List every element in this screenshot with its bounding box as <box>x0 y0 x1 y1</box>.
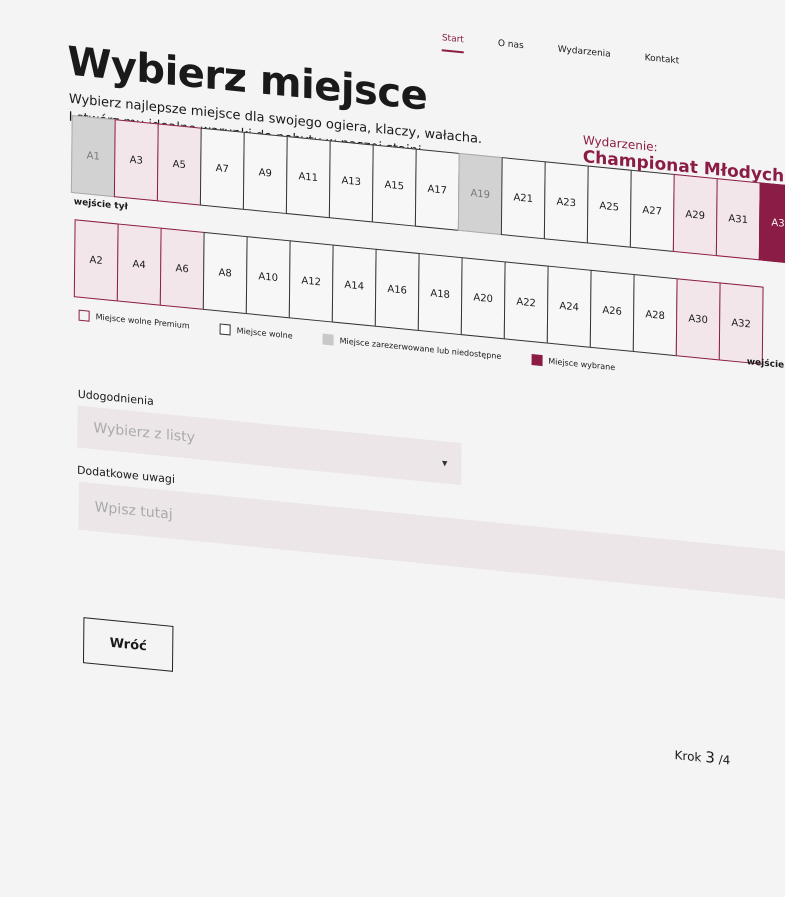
stall-a17[interactable]: A17 <box>414 148 460 231</box>
stall-a15[interactable]: A15 <box>371 144 417 227</box>
page-stage: Start O nas Wydarzenia Kontakt Wybierz m… <box>53 0 785 897</box>
legend-reserved: Miejsce zarezerwowane lub niedostępne <box>322 333 502 362</box>
amenities-placeholder: Wybierz z listy <box>93 420 196 447</box>
notes-input[interactable]: Wpisz tutaj <box>78 481 785 608</box>
stall-a3[interactable]: A3 <box>113 119 159 202</box>
stall-a27[interactable]: A27 <box>629 169 675 252</box>
stall-a11[interactable]: A11 <box>285 136 331 219</box>
step-indicator: Krok 3 /4 <box>674 745 731 768</box>
stall-a16[interactable]: A16 <box>374 248 420 331</box>
stall-a19: A19 <box>457 152 503 236</box>
amenities-label: Udogodnienia <box>77 387 154 409</box>
stall-a14[interactable]: A14 <box>331 244 377 327</box>
stall-a29[interactable]: A29 <box>672 173 718 257</box>
legend-free-label: Miejsce wolne <box>236 326 293 341</box>
stall-a6[interactable]: A6 <box>159 227 205 310</box>
selected-swatch-icon <box>531 353 543 367</box>
free-swatch-icon <box>219 323 231 336</box>
step-label: Krok <box>674 748 702 765</box>
stall-a18[interactable]: A18 <box>417 252 463 336</box>
stall-a10[interactable]: A10 <box>245 236 291 319</box>
stall-a13[interactable]: A13 <box>328 140 374 223</box>
stall-a22[interactable]: A22 <box>503 261 549 344</box>
nav-kontakt[interactable]: Kontakt <box>645 53 680 74</box>
stall-a28[interactable]: A28 <box>632 274 678 357</box>
stall-a12[interactable]: A12 <box>288 240 334 323</box>
legend-premium: Miejsce wolne Premium <box>78 309 190 332</box>
stall-a24[interactable]: A24 <box>546 265 592 348</box>
stall-a7[interactable]: A7 <box>199 127 245 210</box>
premium-swatch-icon <box>78 309 90 322</box>
stall-a25[interactable]: A25 <box>586 165 632 248</box>
step-current: 3 <box>705 748 715 767</box>
entry-back-label: wejście tył <box>73 197 128 213</box>
reserved-swatch-icon <box>322 333 334 346</box>
stall-a33[interactable]: A33 <box>758 182 785 265</box>
back-button[interactable]: Wróć <box>82 617 174 672</box>
stall-a31[interactable]: A31 <box>715 178 761 261</box>
stall-a8[interactable]: A8 <box>202 231 248 315</box>
caret-down-icon: ▼ <box>441 459 448 468</box>
legend-free: Miejsce wolne <box>219 323 293 341</box>
legend-selected: Miejsce wybrane <box>531 353 616 373</box>
nav-wydarzenia[interactable]: Wydarzenia <box>558 45 611 68</box>
stall-a4[interactable]: A4 <box>116 223 162 306</box>
nav-start[interactable]: Start <box>441 33 464 54</box>
stall-a5[interactable]: A5 <box>156 123 202 206</box>
step-total: /4 <box>718 752 731 768</box>
stall-a21[interactable]: A21 <box>500 157 546 240</box>
legend-premium-label: Miejsce wolne Premium <box>95 312 190 331</box>
stall-a26[interactable]: A26 <box>589 269 635 353</box>
stall-a23[interactable]: A23 <box>543 161 589 244</box>
stall-a2[interactable]: A2 <box>73 219 119 302</box>
top-nav: Start O nas Wydarzenia Kontakt <box>441 33 680 74</box>
stall-a9[interactable]: A9 <box>242 131 288 215</box>
stall-a20[interactable]: A20 <box>460 257 506 340</box>
notes-placeholder: Wpisz tutaj <box>94 499 173 523</box>
legend-reserved-label: Miejsce zarezerwowane lub niedostępne <box>339 336 502 362</box>
legend-selected-label: Miejsce wybrane <box>548 356 616 373</box>
entry-front-label: wejście <box>746 357 785 371</box>
stall-a30[interactable]: A30 <box>675 278 721 361</box>
stall-a32[interactable]: A32 <box>718 282 764 365</box>
stall-a1: A1 <box>70 114 116 198</box>
nav-o-nas[interactable]: O nas <box>498 39 524 60</box>
